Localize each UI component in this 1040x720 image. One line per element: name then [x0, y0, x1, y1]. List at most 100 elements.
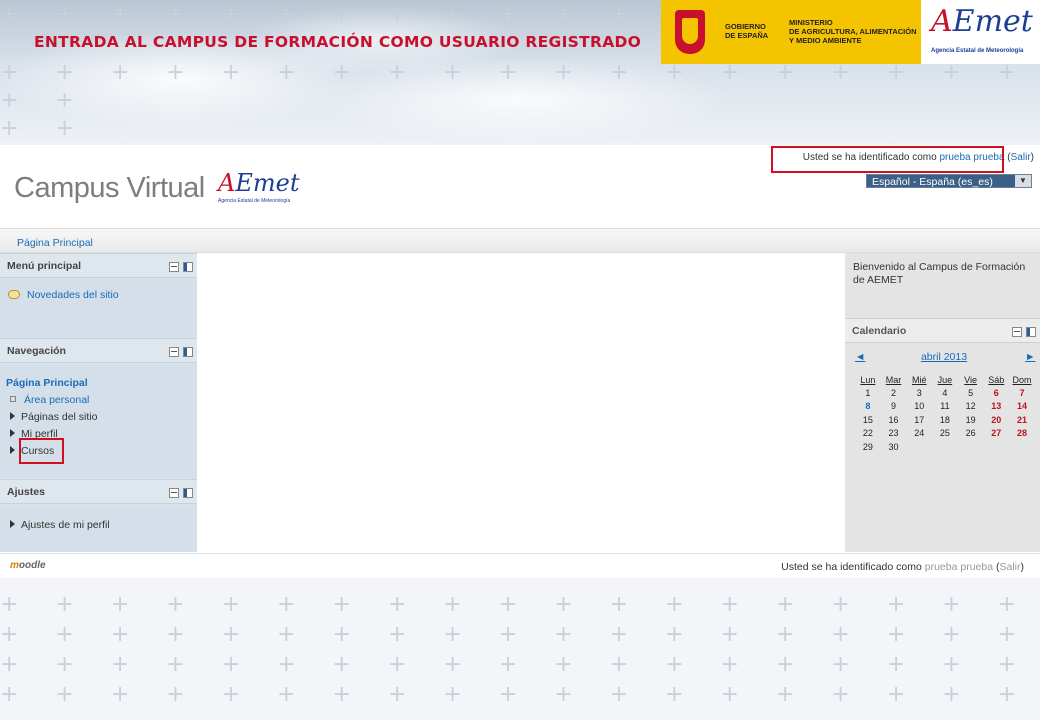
dock-icon[interactable]: [183, 262, 193, 272]
footer-pattern: + + + + + + + + + + + + + + + + + + + + …: [0, 592, 1040, 617]
banner-pattern: + +: [0, 88, 80, 113]
calendar-day[interactable]: 13: [983, 400, 1009, 413]
calendar-day[interactable]: 29: [855, 440, 881, 453]
minimize-icon[interactable]: [169, 262, 179, 272]
calendar-day-header: Vie: [964, 374, 978, 385]
block-settings-header: Ajustes: [0, 479, 197, 504]
calendar-day[interactable]: 10: [906, 400, 932, 413]
breadcrumb: Página Principal: [0, 228, 1040, 253]
calendar-day[interactable]: 18: [932, 413, 958, 426]
calendar-day[interactable]: 28: [1009, 427, 1035, 440]
calendar-prev-month[interactable]: ◄: [855, 351, 865, 363]
calendar-day: [958, 440, 984, 453]
calendar-day-header: Jue: [937, 374, 953, 385]
moodle-logo[interactable]: moodle: [10, 560, 46, 571]
moodle-page: Usted se ha identificado como prueba pru…: [0, 145, 1040, 578]
government-logo: GOBIERNO DE ESPAÑA MINISTERIO DE AGRICUL…: [661, 0, 921, 64]
page-footer: moodle Usted se ha identificado como pru…: [0, 553, 1040, 578]
calendar-day[interactable]: 3: [906, 386, 932, 399]
calendar-day[interactable]: 19: [958, 413, 984, 426]
menu-item-site-news[interactable]: Novedades del sitio: [8, 289, 119, 301]
calendar-day[interactable]: 20: [983, 413, 1009, 426]
calendar-day[interactable]: 21: [1009, 413, 1035, 426]
main-content: [197, 253, 845, 552]
forum-icon: [8, 290, 20, 299]
left-column: Menú principal Novedades del sitio Naveg…: [0, 253, 197, 552]
minimize-icon[interactable]: [169, 347, 179, 357]
calendar-day-header: Lun: [860, 374, 876, 385]
calendar-month-title[interactable]: abril 2013: [919, 351, 969, 363]
banner-pattern: + +: [0, 116, 80, 141]
footer-pattern: + + + + + + + + + + + + + + + + + + + + …: [0, 622, 1040, 647]
footer-user-link[interactable]: prueba prueba: [925, 561, 993, 573]
bullet-icon: [10, 396, 16, 402]
highlight-login: [771, 146, 1004, 173]
welcome-text: Bienvenido al Campus de Formación de AEM…: [853, 261, 1026, 286]
block-main-menu-header: Menú principal: [0, 253, 197, 278]
calendar-day: [983, 440, 1009, 453]
calendar-header: Calendario: [845, 318, 1040, 343]
block-settings-content: Ajustes de mi perfil: [0, 505, 197, 552]
calendar-day[interactable]: 26: [958, 427, 984, 440]
calendar-day[interactable]: 17: [906, 413, 932, 426]
calendar-day: [932, 440, 958, 453]
calendar-day[interactable]: 2: [881, 386, 907, 399]
calendar-day[interactable]: 5: [958, 386, 984, 399]
calendar-day[interactable]: 4: [932, 386, 958, 399]
calendar-day[interactable]: 1: [855, 386, 881, 399]
calendar-day: [906, 440, 932, 453]
site-brand: Campus Virtual: [14, 172, 205, 204]
calendar-day[interactable]: 14: [1009, 400, 1035, 413]
dock-icon[interactable]: [183, 347, 193, 357]
calendar-day-header: Dom: [1012, 374, 1032, 385]
footer-pattern: + + + + + + + + + + + + + + + + + + + + …: [0, 682, 1040, 707]
right-column: Bienvenido al Campus de Formación de AEM…: [845, 253, 1040, 552]
calendar-day[interactable]: 9: [881, 400, 907, 413]
calendar-next-month[interactable]: ►: [1025, 351, 1035, 363]
calendar-day[interactable]: 23: [881, 427, 907, 440]
coat-of-arms-icon: [675, 10, 705, 54]
calendar-day[interactable]: 24: [906, 427, 932, 440]
government-text: GOBIERNO DE ESPAÑA: [725, 22, 769, 40]
breadcrumb-home[interactable]: Página Principal: [17, 237, 93, 249]
calendar-grid: Lun Mar Mié Jue Vie Sáb Dom 1 2 3 4 5 6 7 8 9 10 11 12 13 1…: [855, 373, 1035, 453]
calendar-day[interactable]: 22: [855, 427, 881, 440]
aemet-subtitle: Agencia Estatal de Meteorología: [931, 48, 1024, 54]
highlight-courses: [19, 438, 64, 464]
footer-login-info: Usted se ha identificado como prueba pru…: [781, 561, 1024, 573]
minimize-icon[interactable]: [1012, 327, 1022, 337]
nav-home[interactable]: Página Principal: [6, 377, 88, 389]
nav-dashboard[interactable]: Área personal: [10, 394, 89, 406]
nav-site-pages[interactable]: Páginas del sitio: [10, 411, 97, 423]
logout-link[interactable]: Salir: [1011, 152, 1031, 163]
expand-arrow-icon: [10, 412, 15, 420]
block-main-menu-content: Novedades del sitio: [0, 279, 197, 337]
ministry-text: MINISTERIO DE AGRICULTURA, ALIMENTACIÓN …: [789, 18, 917, 45]
chevron-down-icon[interactable]: ▼: [1015, 175, 1031, 187]
calendar-day[interactable]: 8: [855, 400, 881, 413]
calendar-day[interactable]: 6: [983, 386, 1009, 399]
language-select[interactable]: Español - España (es_es) ▼: [866, 174, 1032, 188]
banner-title: ENTRADA AL CAMPUS DE FORMACIÓN COMO USUA…: [34, 33, 642, 51]
dock-icon[interactable]: [1026, 327, 1036, 337]
aemet-logo: AEmet Agencia Estatal de Meteorología: [921, 0, 1040, 64]
calendar-day: [1009, 440, 1035, 453]
calendar-day[interactable]: 25: [932, 427, 958, 440]
calendar-day[interactable]: 15: [855, 413, 881, 426]
footer-pattern: + + + + + + + + + + + + + + + + + + + + …: [0, 652, 1040, 677]
calendar-day[interactable]: 11: [932, 400, 958, 413]
settings-my-profile[interactable]: Ajustes de mi perfil: [10, 519, 110, 531]
brand-logo: AEmet: [218, 169, 300, 197]
minimize-icon[interactable]: [169, 488, 179, 498]
dock-icon[interactable]: [183, 488, 193, 498]
calendar-day[interactable]: 27: [983, 427, 1009, 440]
footer-logout-link[interactable]: Salir: [999, 561, 1020, 573]
calendar-day[interactable]: 30: [881, 440, 907, 453]
calendar-day-header: Mar: [885, 374, 902, 385]
brand-logo-subtitle: Agencia Estatal de Meteorología: [218, 198, 291, 204]
calendar-day[interactable]: 16: [881, 413, 907, 426]
calendar-day[interactable]: 7: [1009, 386, 1035, 399]
expand-arrow-icon: [10, 446, 15, 454]
calendar-day[interactable]: 12: [958, 400, 984, 413]
block-navigation-content: Página Principal Área personal Páginas d…: [0, 364, 197, 478]
